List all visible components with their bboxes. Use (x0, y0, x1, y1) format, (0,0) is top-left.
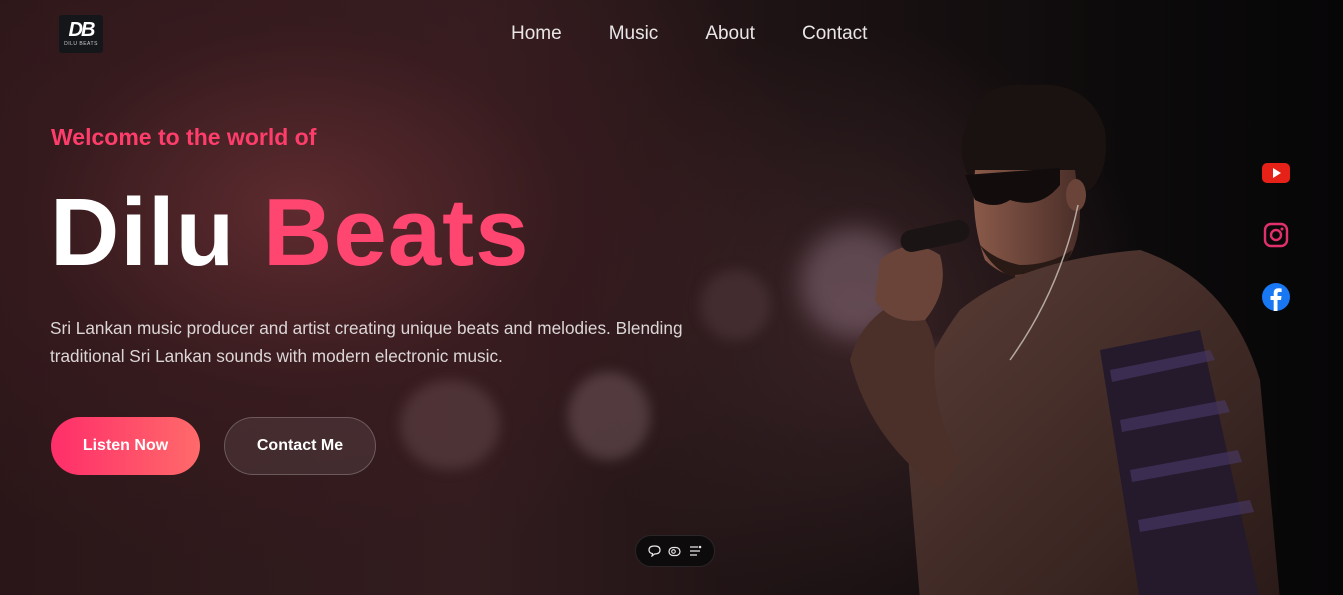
performer-photo (850, 84, 1280, 595)
listen-now-button[interactable]: Listen Now (51, 417, 200, 475)
nav-item-home[interactable]: Home (511, 22, 562, 46)
settings-list-icon[interactable] (689, 544, 703, 558)
hero-description: Sri Lankan music producer and artist cre… (50, 318, 683, 366)
floating-toolbar (635, 535, 715, 567)
nav-item-about[interactable]: About (705, 22, 755, 46)
title-first-word: Dilu (50, 179, 236, 286)
logo-mark: DB (68, 19, 96, 41)
comment-icon[interactable] (647, 544, 661, 558)
youtube-icon (1262, 163, 1290, 183)
facebook-icon (1262, 283, 1290, 311)
nav-item-contact[interactable]: Contact (802, 22, 867, 46)
welcome-text: Welcome to the world of (51, 124, 317, 150)
bokeh-light (400, 380, 500, 470)
facebook-link[interactable] (1261, 282, 1291, 312)
eye-icon[interactable] (668, 544, 682, 558)
contact-me-button[interactable]: Contact Me (224, 417, 376, 475)
bokeh-light (568, 372, 650, 460)
youtube-link[interactable] (1261, 158, 1291, 188)
nav-item-music[interactable]: Music (609, 22, 659, 46)
hero-background (0, 0, 1343, 595)
hero-title: Dilu Beats (50, 178, 529, 288)
instagram-link[interactable] (1261, 220, 1291, 250)
instagram-icon (1263, 222, 1289, 248)
logo-text: DILU BEATS (64, 41, 98, 47)
title-second-word: Beats (262, 179, 530, 286)
main-nav: Home Music About Contact (511, 22, 914, 46)
brand-logo[interactable]: DB DILU BEATS (59, 15, 103, 53)
